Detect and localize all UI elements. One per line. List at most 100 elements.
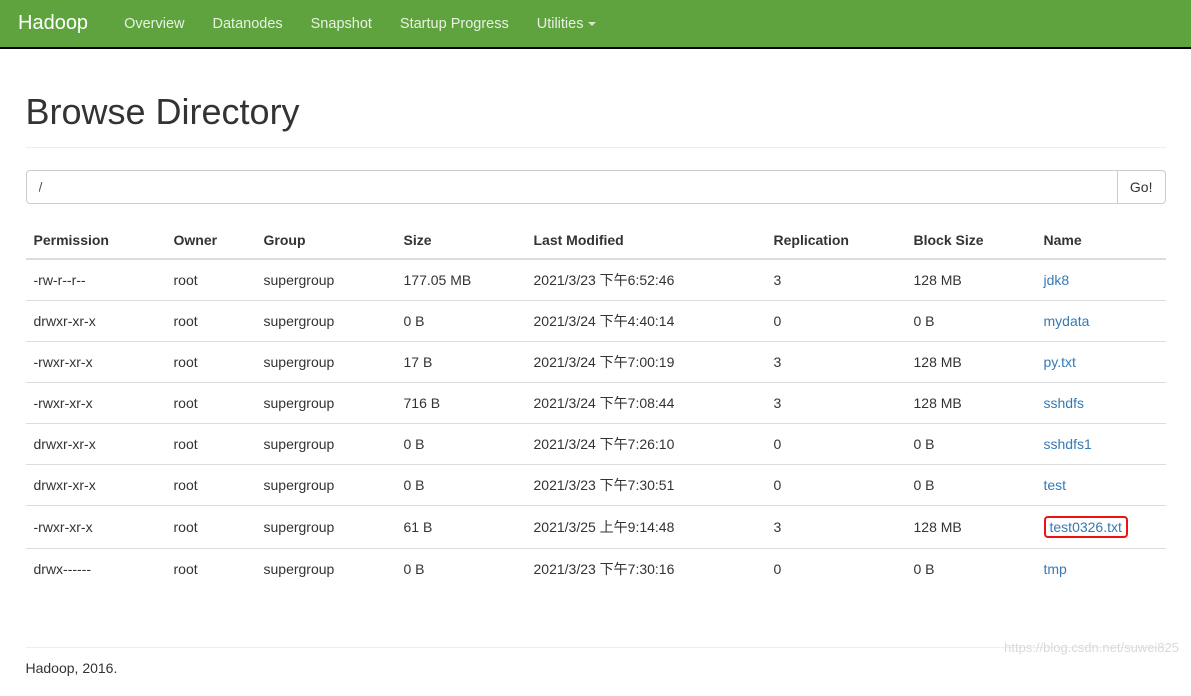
header-block-size: Block Size [906, 222, 1036, 259]
cell-replication: 0 [766, 424, 906, 465]
header-replication: Replication [766, 222, 906, 259]
file-link[interactable]: test0326.txt [1050, 519, 1122, 535]
chevron-down-icon [588, 22, 596, 26]
table-row: drwxr-xr-xrootsupergroup0 B2021/3/24 下午4… [26, 301, 1166, 342]
cell-last_modified: 2021/3/24 下午4:40:14 [526, 301, 766, 342]
file-link[interactable]: sshdfs1 [1044, 436, 1092, 452]
nav-item-utilities[interactable]: Utilities [523, 2, 611, 46]
cell-replication: 3 [766, 506, 906, 549]
cell-block_size: 128 MB [906, 383, 1036, 424]
cell-last_modified: 2021/3/23 下午7:30:51 [526, 465, 766, 506]
nav-item-snapshot[interactable]: Snapshot [297, 2, 386, 46]
file-link[interactable]: jdk8 [1044, 272, 1070, 288]
navbar-brand[interactable]: Hadoop [18, 12, 88, 35]
cell-owner: root [166, 506, 256, 549]
cell-permission: -rwxr-xr-x [26, 383, 166, 424]
cell-name: sshdfs [1036, 383, 1166, 424]
cell-last_modified: 2021/3/24 下午7:26:10 [526, 424, 766, 465]
cell-last_modified: 2021/3/23 下午7:30:16 [526, 549, 766, 590]
cell-block_size: 0 B [906, 465, 1036, 506]
table-row: -rwxr-xr-xrootsupergroup716 B2021/3/24 下… [26, 383, 1166, 424]
cell-replication: 3 [766, 342, 906, 383]
navbar: Hadoop Overview Datanodes Snapshot Start… [0, 0, 1191, 49]
header-last-modified: Last Modified [526, 222, 766, 259]
table-row: drwx------rootsupergroup0 B2021/3/23 下午7… [26, 549, 1166, 590]
go-button[interactable]: Go! [1118, 170, 1166, 204]
header-permission: Permission [26, 222, 166, 259]
cell-name: py.txt [1036, 342, 1166, 383]
cell-size: 17 B [396, 342, 526, 383]
cell-last_modified: 2021/3/24 下午7:00:19 [526, 342, 766, 383]
cell-name: sshdfs1 [1036, 424, 1166, 465]
cell-name: test [1036, 465, 1166, 506]
cell-block_size: 128 MB [906, 259, 1036, 301]
cell-permission: -rwxr-xr-x [26, 506, 166, 549]
file-link[interactable]: mydata [1044, 313, 1090, 329]
table-row: -rwxr-xr-xrootsupergroup61 B2021/3/25 上午… [26, 506, 1166, 549]
cell-permission: drwxr-xr-x [26, 465, 166, 506]
table-row: drwxr-xr-xrootsupergroup0 B2021/3/24 下午7… [26, 424, 1166, 465]
nav-item-datanodes[interactable]: Datanodes [199, 2, 297, 46]
cell-owner: root [166, 549, 256, 590]
cell-group: supergroup [256, 465, 396, 506]
cell-group: supergroup [256, 424, 396, 465]
cell-last_modified: 2021/3/23 下午6:52:46 [526, 259, 766, 301]
cell-size: 0 B [396, 549, 526, 590]
page-header: Browse Directory [26, 91, 1166, 148]
cell-owner: root [166, 465, 256, 506]
cell-replication: 0 [766, 549, 906, 590]
cell-owner: root [166, 259, 256, 301]
header-group: Group [256, 222, 396, 259]
path-input-group: Go! [26, 170, 1166, 204]
cell-block_size: 0 B [906, 424, 1036, 465]
cell-group: supergroup [256, 342, 396, 383]
nav-item-overview[interactable]: Overview [110, 2, 198, 46]
cell-owner: root [166, 424, 256, 465]
cell-size: 0 B [396, 424, 526, 465]
table-row: -rw-r--r--rootsupergroup177.05 MB2021/3/… [26, 259, 1166, 301]
cell-block_size: 0 B [906, 301, 1036, 342]
cell-size: 61 B [396, 506, 526, 549]
table-header-row: Permission Owner Group Size Last Modifie… [26, 222, 1166, 259]
footer-text: Hadoop, 2016. [26, 647, 1166, 696]
cell-name: jdk8 [1036, 259, 1166, 301]
cell-permission: drwx------ [26, 549, 166, 590]
header-name: Name [1036, 222, 1166, 259]
cell-group: supergroup [256, 549, 396, 590]
file-link[interactable]: sshdfs [1044, 395, 1084, 411]
cell-permission: drwxr-xr-x [26, 301, 166, 342]
file-link[interactable]: py.txt [1044, 354, 1076, 370]
cell-group: supergroup [256, 383, 396, 424]
cell-last_modified: 2021/3/25 上午9:14:48 [526, 506, 766, 549]
cell-permission: -rw-r--r-- [26, 259, 166, 301]
cell-name: tmp [1036, 549, 1166, 590]
cell-last_modified: 2021/3/24 下午7:08:44 [526, 383, 766, 424]
cell-replication: 3 [766, 259, 906, 301]
cell-replication: 0 [766, 465, 906, 506]
cell-size: 177.05 MB [396, 259, 526, 301]
cell-replication: 0 [766, 301, 906, 342]
cell-group: supergroup [256, 259, 396, 301]
nav-item-startup-progress[interactable]: Startup Progress [386, 2, 523, 46]
file-link[interactable]: test [1044, 477, 1067, 493]
table-row: drwxr-xr-xrootsupergroup0 B2021/3/23 下午7… [26, 465, 1166, 506]
cell-block_size: 128 MB [906, 342, 1036, 383]
cell-group: supergroup [256, 506, 396, 549]
cell-name: test0326.txt [1036, 506, 1166, 549]
cell-block_size: 0 B [906, 549, 1036, 590]
file-link[interactable]: tmp [1044, 561, 1067, 577]
cell-block_size: 128 MB [906, 506, 1036, 549]
cell-owner: root [166, 342, 256, 383]
file-listing-table: Permission Owner Group Size Last Modifie… [26, 222, 1166, 589]
cell-replication: 3 [766, 383, 906, 424]
page-title: Browse Directory [26, 91, 1166, 133]
cell-name: mydata [1036, 301, 1166, 342]
path-input[interactable] [26, 170, 1118, 204]
highlight-box: test0326.txt [1044, 516, 1128, 538]
table-row: -rwxr-xr-xrootsupergroup17 B2021/3/24 下午… [26, 342, 1166, 383]
cell-group: supergroup [256, 301, 396, 342]
cell-owner: root [166, 383, 256, 424]
cell-size: 0 B [396, 465, 526, 506]
cell-size: 0 B [396, 301, 526, 342]
header-owner: Owner [166, 222, 256, 259]
